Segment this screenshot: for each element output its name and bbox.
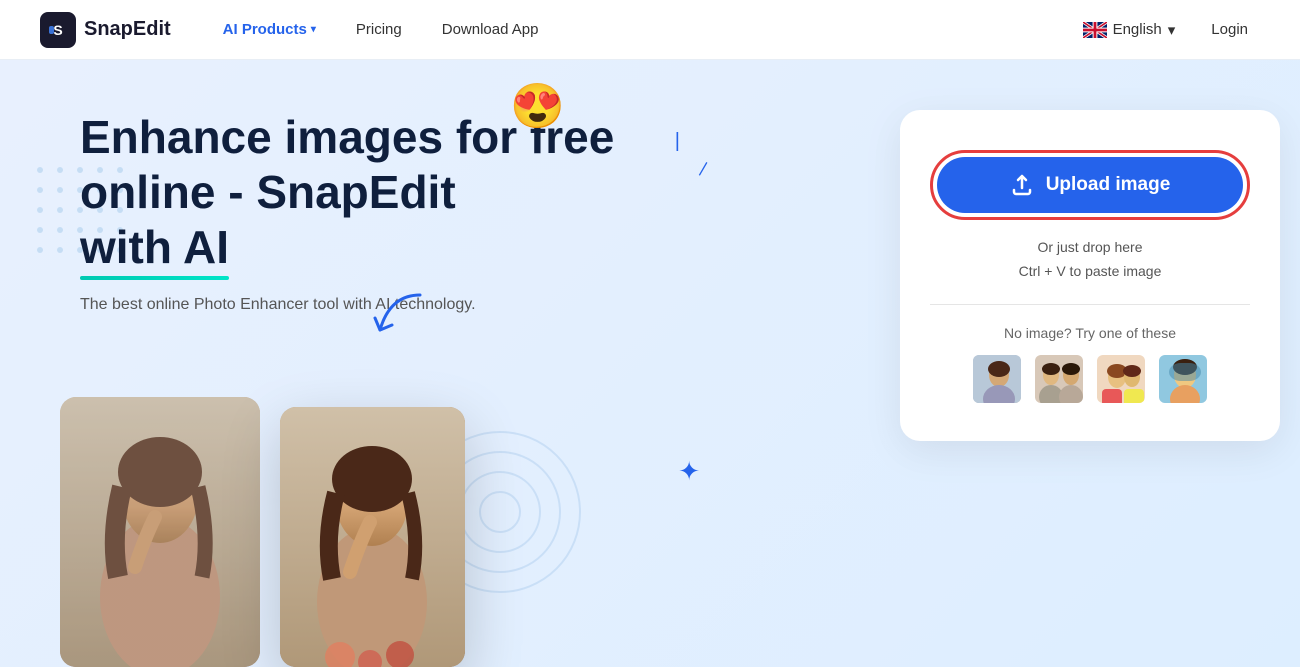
upload-icon <box>1010 173 1034 197</box>
image-preview-area <box>60 397 465 667</box>
nav-item-pricing[interactable]: Pricing <box>336 13 422 46</box>
upload-button[interactable]: Upload image <box>937 157 1243 213</box>
language-label: English <box>1113 21 1162 38</box>
emoji-decoration: 😍 <box>510 80 565 132</box>
hero-title: Enhance images for free online - SnapEdi… <box>80 110 660 276</box>
nav-label-download: Download App <box>442 21 539 38</box>
chevron-down-icon: ▾ <box>311 24 316 35</box>
hero-section: Enhance images for free online - SnapEdi… <box>0 60 880 667</box>
navbar: S SnapEdit AI Products ▾ Pricing Downloa… <box>0 0 1300 60</box>
upload-button-label: Upload image <box>1046 174 1171 196</box>
upload-card: Upload image Or just drop here Ctrl + V … <box>900 110 1280 441</box>
sparkle-icon-1: | <box>675 130 680 153</box>
sample-image-2[interactable] <box>1033 353 1085 405</box>
sparkle-icon-3: ✦ <box>678 456 700 487</box>
language-selector[interactable]: English ▾ <box>1083 21 1176 39</box>
try-label: No image? Try one of these <box>1004 325 1176 341</box>
preview-before-image <box>60 397 260 667</box>
divider <box>930 304 1250 305</box>
drop-hint: Or just drop here Ctrl + V to paste imag… <box>1019 236 1162 284</box>
preview-after-image <box>280 407 465 667</box>
sample-image-4[interactable] <box>1157 353 1209 405</box>
login-button[interactable]: Login <box>1199 15 1260 44</box>
nav-item-download[interactable]: Download App <box>422 13 559 46</box>
sparkle-icon-2: | <box>697 160 710 178</box>
upload-button-wrapper: Upload image <box>930 150 1250 220</box>
sample-images-row <box>971 353 1209 405</box>
svg-text:S: S <box>53 22 62 38</box>
logo-text: SnapEdit <box>84 18 171 41</box>
hero-highlight: with AI <box>80 220 229 275</box>
right-panel: Upload image Or just drop here Ctrl + V … <box>880 60 1300 667</box>
hero-subtitle: The best online Photo Enhancer tool with… <box>80 296 840 314</box>
main-content: Enhance images for free online - SnapEdi… <box>0 60 1300 667</box>
language-chevron-icon: ▾ <box>1168 21 1176 39</box>
nav-item-products[interactable]: AI Products ▾ <box>203 13 336 46</box>
nav-links: AI Products ▾ Pricing Download App <box>203 13 1083 46</box>
arrow-decoration <box>370 290 430 345</box>
logo-icon: S <box>40 12 76 48</box>
sample-image-1[interactable] <box>971 353 1023 405</box>
flag-icon <box>1083 22 1107 38</box>
nav-label-pricing: Pricing <box>356 21 402 38</box>
nav-right: English ▾ Login <box>1083 15 1260 44</box>
logo[interactable]: S SnapEdit <box>40 12 171 48</box>
nav-label-products: AI Products <box>223 21 307 38</box>
sample-image-3[interactable] <box>1095 353 1147 405</box>
